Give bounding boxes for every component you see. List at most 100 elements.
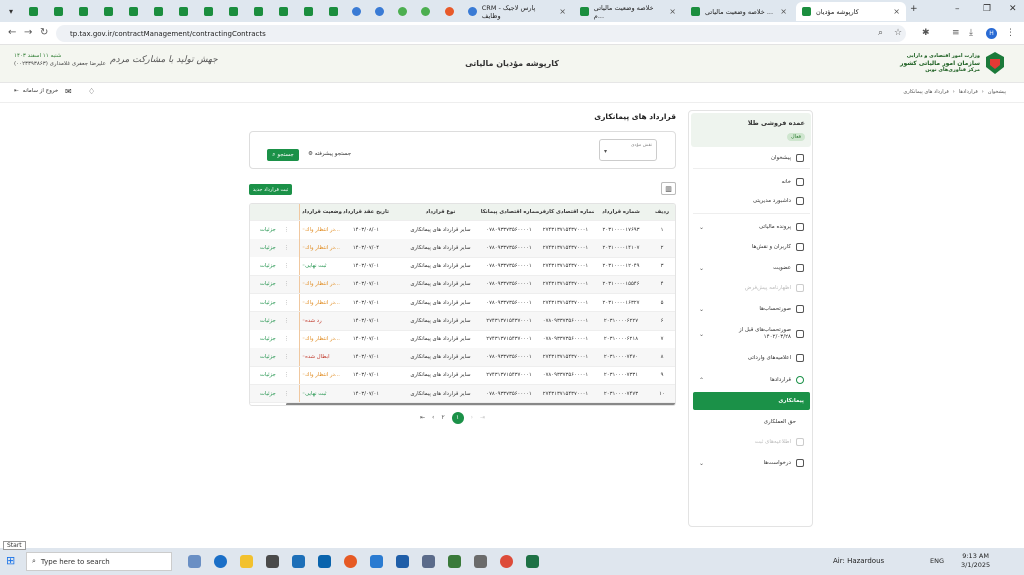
pinned-tab-10[interactable] xyxy=(247,2,269,21)
first-page-icon[interactable]: ⇤ xyxy=(420,414,425,421)
page-2-button[interactable]: ۲ xyxy=(441,414,444,421)
chrome-icon[interactable] xyxy=(500,555,513,568)
notification-bell-icon[interactable]: ♢ xyxy=(88,87,95,96)
file-explorer-icon[interactable] xyxy=(240,555,253,568)
details-link[interactable]: جزئیات xyxy=(260,318,276,324)
extensions-icon[interactable]: ✱ xyxy=(922,28,930,38)
close-window-button[interactable]: ✕ xyxy=(1009,4,1017,14)
pinned-tab-4[interactable] xyxy=(97,2,119,21)
more-icon[interactable]: ⋮ xyxy=(284,263,289,269)
details-link[interactable]: جزئیات xyxy=(260,281,276,287)
pinned-tab-1[interactable] xyxy=(22,2,44,21)
details-link[interactable]: جزئیات xyxy=(260,336,276,342)
bookmark-star-icon[interactable]: ☆ xyxy=(894,28,902,38)
breadcrumb-dashboard[interactable]: پیشخوان xyxy=(988,89,1006,95)
more-icon[interactable]: ⋮ xyxy=(284,227,289,233)
sidebar-item-membership[interactable]: ⌄ عضویت xyxy=(693,261,810,275)
pinned-tab-11[interactable] xyxy=(272,2,294,21)
sidebar-item-tax-file[interactable]: ⌄ پرونده مالیاتی xyxy=(693,220,810,234)
pinned-tab-16[interactable] xyxy=(391,2,413,21)
windows-start-icon[interactable]: ⊞ xyxy=(6,554,15,567)
pinned-tab-17[interactable] xyxy=(414,2,436,21)
mail-icon[interactable] xyxy=(292,555,305,568)
pinned-tab-5[interactable] xyxy=(122,2,144,21)
close-icon[interactable]: × xyxy=(669,7,676,16)
pinned-tab-18[interactable] xyxy=(438,2,460,21)
horizontal-scrollbar[interactable] xyxy=(286,403,675,405)
pinned-tab-12[interactable] xyxy=(297,2,319,21)
sidebar-item-commission[interactable]: حق العملکاری xyxy=(693,415,810,429)
vscode-icon[interactable] xyxy=(370,555,383,568)
logout-button[interactable]: ⇤ خروج از سامانه xyxy=(14,88,58,94)
pinned-tab-13[interactable] xyxy=(322,2,344,21)
url-input[interactable]: tp.tax.gov.ir/contractManagement/contrac… xyxy=(56,25,906,42)
more-icon[interactable]: ⋮ xyxy=(284,391,289,397)
more-icon[interactable]: ⋮ xyxy=(284,300,289,306)
sidebar-item-import-notices[interactable]: اعلامیه‌های وارداتی xyxy=(693,351,810,365)
zoom-icon[interactable]: ⌕ xyxy=(878,28,883,38)
store-icon[interactable] xyxy=(266,555,279,568)
more-icon[interactable]: ⋮ xyxy=(284,318,289,324)
more-icon[interactable]: ⋮ xyxy=(284,281,289,287)
new-contract-button[interactable]: ثبت قرارداد جدید xyxy=(249,184,292,195)
outlook-icon[interactable] xyxy=(318,555,331,568)
advanced-search-link[interactable]: ⚙ جستجو پیشرفته xyxy=(308,151,351,157)
edge-icon[interactable] xyxy=(214,555,227,568)
sidebar-item-requests[interactable]: ⌄ درخواست‌ها xyxy=(693,456,810,470)
close-icon[interactable]: × xyxy=(893,7,900,16)
reload-icon[interactable]: ↻ xyxy=(40,27,48,38)
close-icon[interactable]: × xyxy=(559,7,566,16)
more-icon[interactable]: ⋮ xyxy=(284,372,289,378)
details-link[interactable]: جزئیات xyxy=(260,391,276,397)
tab-tax-summary-2[interactable]: خلاصه وضعیت مالیاتی ... × xyxy=(685,2,793,21)
pinned-tab-9[interactable] xyxy=(222,2,244,21)
sidebar-item-contracts[interactable]: ⌃ قراردادها xyxy=(693,373,810,387)
details-link[interactable]: جزئیات xyxy=(260,300,276,306)
more-icon[interactable]: ⋮ xyxy=(284,245,289,251)
profile-avatar[interactable]: H xyxy=(986,28,997,39)
task-view-icon[interactable] xyxy=(188,555,201,568)
tab-crm[interactable]: CRM پارس لاجیک - وظایف × xyxy=(462,2,572,21)
app-icon[interactable] xyxy=(344,555,357,568)
details-link[interactable]: جزئیات xyxy=(260,354,276,360)
weather-status[interactable]: Air: Hazardous xyxy=(833,557,884,565)
forward-icon[interactable]: → xyxy=(24,27,32,38)
clock[interactable]: 9:13 AM 3/1/2025 xyxy=(961,552,990,570)
details-link[interactable]: جزئیات xyxy=(260,372,276,378)
pinned-tab-7[interactable] xyxy=(172,2,194,21)
back-icon[interactable]: ← xyxy=(8,27,16,38)
sidebar-item-invoices[interactable]: ⌄ صورتحساب‌ها xyxy=(693,302,810,316)
sidebar-item-dashboard[interactable]: پیشخوان xyxy=(693,151,810,165)
pinned-tab-2[interactable] xyxy=(47,2,69,21)
sidebar-item-old-invoices[interactable]: ⌄ صورتحساب‌های قبل از ۱۴۰۲/۰۳/۲۸ xyxy=(693,324,810,344)
taxpayer-role-select[interactable]: نقش مؤدی ▾ xyxy=(599,139,657,161)
media-icon[interactable]: ≡ xyxy=(952,28,960,38)
inbox-icon[interactable]: ✉ xyxy=(65,87,72,96)
menu-icon[interactable]: ⋮ xyxy=(1006,28,1015,38)
download-icon[interactable]: ⤓ xyxy=(969,28,973,38)
sidebar-item-mgmt-dashboard[interactable]: داشبورد مدیریتی xyxy=(693,194,810,208)
columns-icon[interactable]: ▥ xyxy=(661,182,676,195)
app-icon[interactable] xyxy=(422,555,435,568)
details-link[interactable]: جزئیات xyxy=(260,263,276,269)
close-icon[interactable]: × xyxy=(780,7,787,16)
more-icon[interactable]: ⋮ xyxy=(284,336,289,342)
app-icon[interactable] xyxy=(448,555,461,568)
sidebar-item-contracting[interactable]: پیمانکاری xyxy=(693,392,810,410)
new-tab-button[interactable]: + xyxy=(910,4,918,14)
pinned-tab-3[interactable] xyxy=(72,2,94,21)
details-link[interactable]: جزئیات xyxy=(260,245,276,251)
pinned-tab-8[interactable] xyxy=(197,2,219,21)
tab-tax-summary-1[interactable]: خلاصه وضعیت مالیاتی م... × xyxy=(574,2,682,21)
tab-list-button[interactable]: ▾ xyxy=(2,2,20,21)
maximize-button[interactable]: ❐ xyxy=(983,4,991,14)
page-1-button[interactable]: ۱ xyxy=(451,411,464,424)
language-indicator[interactable]: ENG xyxy=(930,557,944,565)
pinned-tab-15[interactable] xyxy=(368,2,390,21)
more-icon[interactable]: ⋮ xyxy=(284,354,289,360)
breadcrumb-contracts[interactable]: قراردادها xyxy=(959,89,978,95)
app-icon[interactable] xyxy=(474,555,487,568)
sidebar-item-users[interactable]: کاربران و نقش‌ها xyxy=(693,240,810,254)
app-icon[interactable] xyxy=(396,555,409,568)
search-button[interactable]: ⌕ جستجو xyxy=(267,149,299,161)
